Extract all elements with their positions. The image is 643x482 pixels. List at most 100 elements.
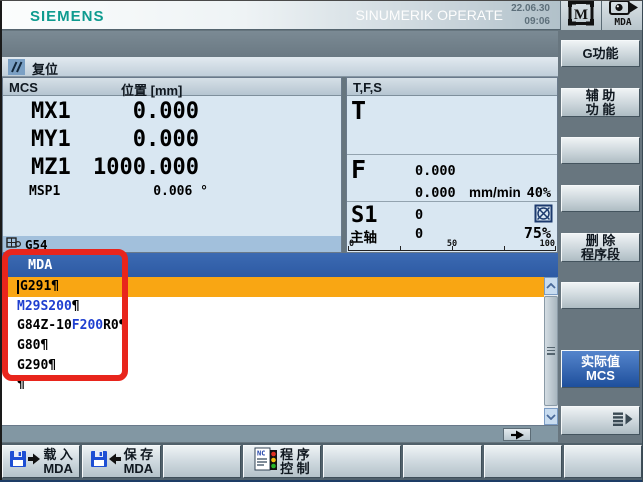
tfs-panel: T,F,S T F 0.000 0.000 mm/min 40% S1 0 主轴… [346, 77, 558, 253]
override-scale: 0 50 100 [348, 239, 556, 251]
scale-tick [348, 246, 349, 250]
spindle-axis-row: MSP1 0.006 ° [3, 184, 341, 202]
feed-label: F [351, 157, 366, 183]
softkey-g-functions[interactable]: G功能 [561, 40, 640, 67]
divider [347, 154, 557, 155]
coord-system-label: MCS [9, 80, 38, 95]
horizontal-scrollbar[interactable] [2, 425, 558, 442]
softkey-empty[interactable] [163, 445, 241, 478]
feed-unit: mm/min [469, 185, 521, 200]
axis-name: MSP1 [29, 184, 60, 199]
axis-name: MX1 [31, 99, 71, 124]
work-offset-icon [6, 236, 21, 252]
scale-tick [452, 246, 453, 250]
axis-row: MY1 0.000 [3, 127, 341, 155]
scale-tick-label: 0 [349, 239, 354, 249]
scroll-right-button[interactable] [503, 428, 531, 441]
bottom-softkey-bar: 载 入MDA 保 存MDA NC [0, 443, 643, 480]
siemens-logo: SIEMENS [30, 8, 105, 25]
datetime: 22.06.30 09:06 [511, 2, 550, 28]
scroll-down-button[interactable] [544, 408, 558, 425]
code-line[interactable]: ¶ [2, 375, 544, 395]
machine-area-button[interactable]: M [560, 0, 601, 30]
header-bar: SIEMENS SINUMERIK OPERATE 22.06.30 09:06… [0, 0, 643, 30]
load-mda-icon [9, 449, 41, 474]
scale-tick [504, 246, 505, 250]
axis-value: 0.006 ° [153, 184, 208, 199]
date-label: 22.06.30 [511, 2, 550, 15]
axis-name: MY1 [31, 127, 71, 152]
editor-title-bar: MDA [2, 253, 558, 277]
editor-title: MDA [28, 257, 52, 273]
text-cursor [17, 280, 19, 294]
right-softkey-bar: G功能 辅 助功 能 删 除程序段 实际值MCS [558, 30, 643, 443]
code-line[interactable]: G84Z-10F200R0¶ [2, 316, 544, 336]
softkey-actual-values-mcs[interactable]: 实际值MCS [561, 350, 640, 388]
screen-edge [0, 0, 2, 482]
work-offset-label: G54 [25, 237, 48, 252]
position-panel: MCS 位置 [mm] MX1 0.000 MY1 0.000 MZ1 1000… [2, 77, 342, 253]
code-segment: ¶ [72, 299, 80, 314]
alarm-message-strip [2, 31, 558, 57]
code-segment: G291¶ [20, 279, 59, 294]
save-mda-icon [90, 449, 122, 474]
mda-editor[interactable]: MDA G291¶M29S200¶G84Z-10F200R0¶G80¶G290¶… [2, 253, 558, 442]
code-segment: G84Z-10 [17, 318, 72, 333]
position-column-header: 位置 [mm] [121, 80, 182, 99]
menu-forward-icon [611, 411, 634, 430]
code-segment: G80¶ [17, 338, 48, 353]
screen-edge [0, 0, 643, 1]
product-title: SINUMERIK OPERATE [355, 7, 503, 23]
softkey-menu-forward[interactable] [561, 406, 640, 435]
position-panel-header: MCS 位置 [mm] [3, 78, 341, 96]
code-segment: G290¶ [17, 358, 56, 373]
softkey-empty[interactable] [561, 185, 640, 212]
code-line[interactable]: G291¶ [2, 277, 544, 297]
svg-text:MDA: MDA [614, 17, 631, 27]
softkey-save-mda[interactable]: 保 存MDA [82, 445, 160, 478]
channel-state-label: 复位 [32, 59, 58, 78]
softkey-empty[interactable] [561, 282, 640, 309]
axis-row: MX1 0.000 [3, 99, 341, 127]
scroll-up-button[interactable] [544, 277, 558, 295]
softkey-load-mda[interactable]: 载 入MDA [2, 445, 80, 478]
feed-actual-value: 0.000 [415, 163, 456, 179]
feed-override: 40% [527, 185, 551, 201]
axis-name: MZ1 [31, 155, 71, 180]
divider [347, 201, 557, 202]
program-control-icon: NC [254, 446, 278, 477]
vertical-scrollbar[interactable] [544, 277, 558, 425]
sinumerik-screen: SIEMENS SINUMERIK OPERATE 22.06.30 09:06… [0, 0, 643, 482]
code-line[interactable]: G290¶ [2, 356, 544, 376]
spindle-actual-value: 0 [415, 207, 423, 223]
mda-mode-icon: MDA [606, 0, 640, 32]
editor-lines[interactable]: G291¶M29S200¶G84Z-10F200R0¶G80¶G290¶¶ [2, 277, 544, 425]
svg-text:M: M [574, 7, 588, 23]
axis-value: 0.000 [133, 99, 199, 124]
softkey-empty[interactable] [323, 445, 401, 478]
softkey-delete-block[interactable]: 删 除程序段 [561, 233, 640, 262]
softkey-empty[interactable] [484, 445, 562, 478]
axis-value: 1000.000 [93, 155, 199, 180]
softkey-program-control[interactable]: NC 程 序控 制 [243, 445, 321, 478]
axis-value: 0.000 [133, 127, 199, 152]
thumb-grip [547, 347, 555, 355]
svg-text:NC: NC [257, 450, 265, 458]
code-segment: ¶ [17, 377, 25, 392]
softkey-auxiliary-functions[interactable]: 辅 助功 能 [561, 88, 640, 117]
mda-mode-button[interactable]: MDA [601, 0, 643, 30]
softkey-empty[interactable] [564, 445, 642, 478]
work-offset-bar: G54 [3, 236, 341, 252]
code-line[interactable]: M29S200¶ [2, 297, 544, 317]
tool-label: T [351, 98, 366, 124]
softkey-empty[interactable] [561, 137, 640, 164]
code-segment: M29S200 [17, 299, 72, 314]
tfs-title: T,F,S [353, 80, 382, 95]
axis-row: MZ1 1000.000 [3, 155, 341, 183]
scale-tick-label: 100 [540, 239, 555, 249]
code-segment: F200 [72, 318, 103, 333]
code-line[interactable]: G80¶ [2, 336, 544, 356]
scrollbar-thumb[interactable] [544, 296, 558, 406]
softkey-empty[interactable] [403, 445, 481, 478]
scale-tick [400, 246, 401, 250]
